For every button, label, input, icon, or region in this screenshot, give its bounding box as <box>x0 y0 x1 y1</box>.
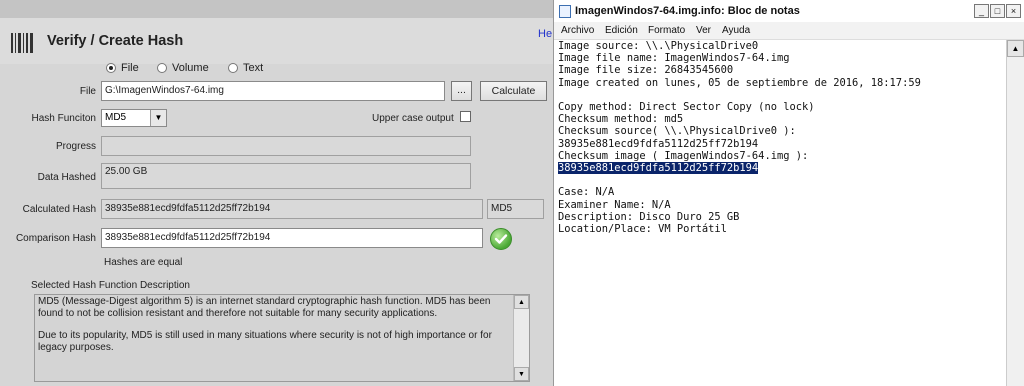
comparison-hash-input[interactable]: 38935e881ecd9fdfa5112d25ff72b194 <box>101 228 483 248</box>
uppercase-output-label: Upper case output <box>372 113 454 124</box>
minimize-button[interactable]: _ <box>974 4 989 18</box>
progress-bar <box>101 136 471 156</box>
radio-text-label: Text <box>243 62 264 74</box>
data-hashed-label: Data Hashed <box>37 172 96 183</box>
hash-function-select[interactable]: MD5 ▼ <box>101 109 167 127</box>
file-label: File <box>79 86 96 97</box>
help-link[interactable]: He <box>538 28 552 40</box>
description-text: MD5 (Message-Digest algorithm 5) is an i… <box>38 296 512 364</box>
menu-formato[interactable]: Formato <box>648 25 685 36</box>
radio-volume-label: Volume <box>172 62 209 74</box>
chevron-down-icon[interactable]: ▼ <box>150 110 166 126</box>
page-title: Verify / Create Hash <box>47 33 184 49</box>
menu-archivo[interactable]: Archivo <box>561 25 594 36</box>
notepad-line: Image source: \\.\PhysicalDrive0 <box>558 40 759 52</box>
notepad-line: Image created on lunes, 05 de septiembre… <box>558 76 921 89</box>
maximize-button[interactable]: □ <box>990 4 1005 18</box>
browse-button[interactable]: ... <box>451 81 472 101</box>
calculate-button[interactable]: Calculate <box>480 81 547 101</box>
description-box[interactable]: MD5 (Message-Digest algorithm 5) is an i… <box>34 294 530 382</box>
radio-file[interactable]: File <box>106 62 139 74</box>
notepad-line: 38935e881ecd9fdfa5112d25ff72b194 <box>558 137 759 150</box>
notepad-menubar: Archivo Edición Formato Ver Ayuda <box>554 22 1024 40</box>
menu-edicion[interactable]: Edición <box>605 25 638 36</box>
close-button[interactable]: × <box>1006 4 1021 18</box>
notepad-line: Checksum image ( ImagenWindos7-64.img ): <box>558 149 809 162</box>
scroll-up-icon[interactable]: ▲ <box>1007 40 1024 57</box>
description-scrollbar[interactable]: ▲ ▼ <box>513 295 529 381</box>
scroll-down-icon[interactable]: ▼ <box>514 367 529 381</box>
menu-ver[interactable]: Ver <box>696 25 711 36</box>
notepad-line: Image file size: 26843545600 <box>558 64 734 77</box>
radio-dot[interactable] <box>157 63 167 73</box>
description-paragraph: MD5 (Message-Digest algorithm 5) is an i… <box>38 296 491 319</box>
notepad-icon <box>559 5 571 18</box>
notepad-line <box>558 174 1003 186</box>
progress-label: Progress <box>55 141 96 152</box>
radio-file-label: File <box>121 62 139 74</box>
notepad-scrollbar[interactable]: ▲ <box>1006 40 1024 386</box>
window-top-strip <box>0 0 553 18</box>
hash-function-value: MD5 <box>105 112 127 123</box>
notepad-titlebar: ImagenWindos7-64.img.info: Bloc de notas… <box>554 0 1024 23</box>
data-hashed-value: 25.00 GB <box>101 163 471 189</box>
notepad-title: ImagenWindos7-64.img.info: Bloc de notas <box>575 5 800 17</box>
notepad-line <box>558 89 1003 101</box>
barcode-icon <box>11 33 33 53</box>
description-label: Selected Hash Function Description <box>31 280 190 291</box>
notepad-line: Checksum method: md5 <box>558 113 684 126</box>
notepad-text-area[interactable]: Image source: \\.\PhysicalDrive0 Image fi… <box>558 40 1003 235</box>
description-paragraph: Due to its popularity, MD5 is still used… <box>38 330 492 353</box>
hash-tool-window: Verify / Create Hash He File Volume Text… <box>0 0 553 386</box>
radio-dot-selected[interactable] <box>106 63 116 73</box>
calculated-hash-label: Calculated Hash <box>22 204 96 215</box>
uppercase-output-checkbox[interactable] <box>460 111 471 122</box>
file-path-input[interactable]: G:\ImagenWindos7-64.img <box>101 81 445 101</box>
notepad-line: Image file name: ImagenWindos7-64.img <box>558 52 790 65</box>
notepad-line: Examiner Name: N/A <box>558 198 671 211</box>
calculated-hash-algorithm: MD5 <box>487 199 544 219</box>
radio-dot[interactable] <box>228 63 238 73</box>
hash-status: Hashes are equal <box>104 257 183 268</box>
notepad-line: Copy method: Direct Sector Copy (no lock… <box>558 101 815 114</box>
check-icon <box>490 228 512 250</box>
scroll-up-icon[interactable]: ▲ <box>514 295 529 309</box>
notepad-line: Checksum source( \\.\PhysicalDrive0 ): <box>558 125 796 138</box>
calculated-hash-value: 38935e881ecd9fdfa5112d25ff72b194 <box>101 199 483 219</box>
radio-text[interactable]: Text <box>228 62 263 74</box>
comparison-hash-label: Comparison Hash <box>15 233 96 244</box>
notepad-line: Location/Place: VM Portátil <box>558 223 727 236</box>
radio-volume[interactable]: Volume <box>157 62 209 74</box>
menu-ayuda[interactable]: Ayuda <box>722 25 750 36</box>
notepad-line: 38935e881ecd9fdfa5112d25ff72b194 <box>558 162 1003 175</box>
notepad-line: Description: Disco Duro 25 GB <box>558 210 740 223</box>
hash-function-label: Hash Funciton <box>31 113 96 124</box>
selected-text: 38935e881ecd9fdfa5112d25ff72b194 <box>558 162 759 175</box>
notepad-line: Case: N/A <box>558 186 615 199</box>
notepad-window: ImagenWindos7-64.img.info: Bloc de notas… <box>553 0 1024 386</box>
